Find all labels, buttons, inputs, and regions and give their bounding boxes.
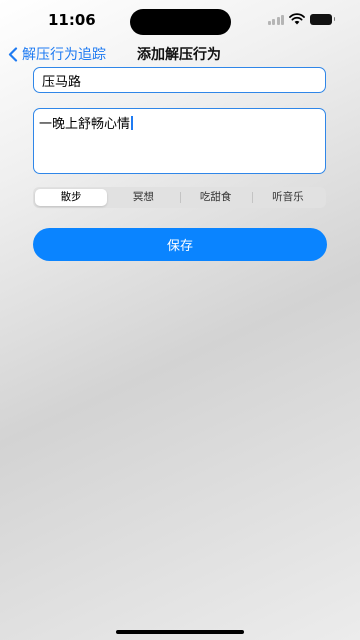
- segment-walk[interactable]: 散步: [35, 189, 108, 206]
- segment-label: 吃甜食: [199, 191, 232, 203]
- description-text: 一晚上舒畅心情: [39, 117, 131, 132]
- save-button[interactable]: 保存: [33, 228, 327, 261]
- dynamic-island: [130, 9, 231, 35]
- status-icons: [267, 13, 335, 25]
- navigation-bar: 解压行为追踪 添加解压行为: [0, 40, 360, 66]
- back-chevron-icon: [8, 46, 18, 62]
- cellular-signal-icon: [267, 14, 284, 25]
- segment-label: 听音乐: [272, 191, 304, 203]
- segment-label: 散步: [60, 191, 82, 203]
- behavior-description-field[interactable]: 一晚上舒畅心情: [33, 108, 326, 174]
- status-bar: 11:06: [0, 0, 360, 42]
- behavior-type-segmented-control[interactable]: 散步 冥想 吃甜食 听音乐: [33, 187, 326, 208]
- segment-sweets[interactable]: 吃甜食: [179, 189, 252, 206]
- segment-divider: [251, 192, 253, 203]
- battery-icon: [310, 13, 335, 25]
- segment-meditate[interactable]: 冥想: [107, 189, 179, 206]
- segment-label: 冥想: [132, 191, 154, 203]
- page-title-text: 添加解压行为: [137, 47, 221, 63]
- wifi-icon: [289, 13, 305, 25]
- behavior-name-field[interactable]: [33, 67, 326, 93]
- back-button[interactable]: 解压行为追踪: [8, 44, 106, 64]
- segment-divider: [179, 192, 181, 203]
- status-time: 11:06: [48, 11, 96, 29]
- home-indicator: [116, 630, 244, 634]
- text-caret: [131, 116, 133, 130]
- back-button-label: 解压行为追踪: [22, 47, 106, 63]
- segment-music[interactable]: 听音乐: [251, 189, 324, 206]
